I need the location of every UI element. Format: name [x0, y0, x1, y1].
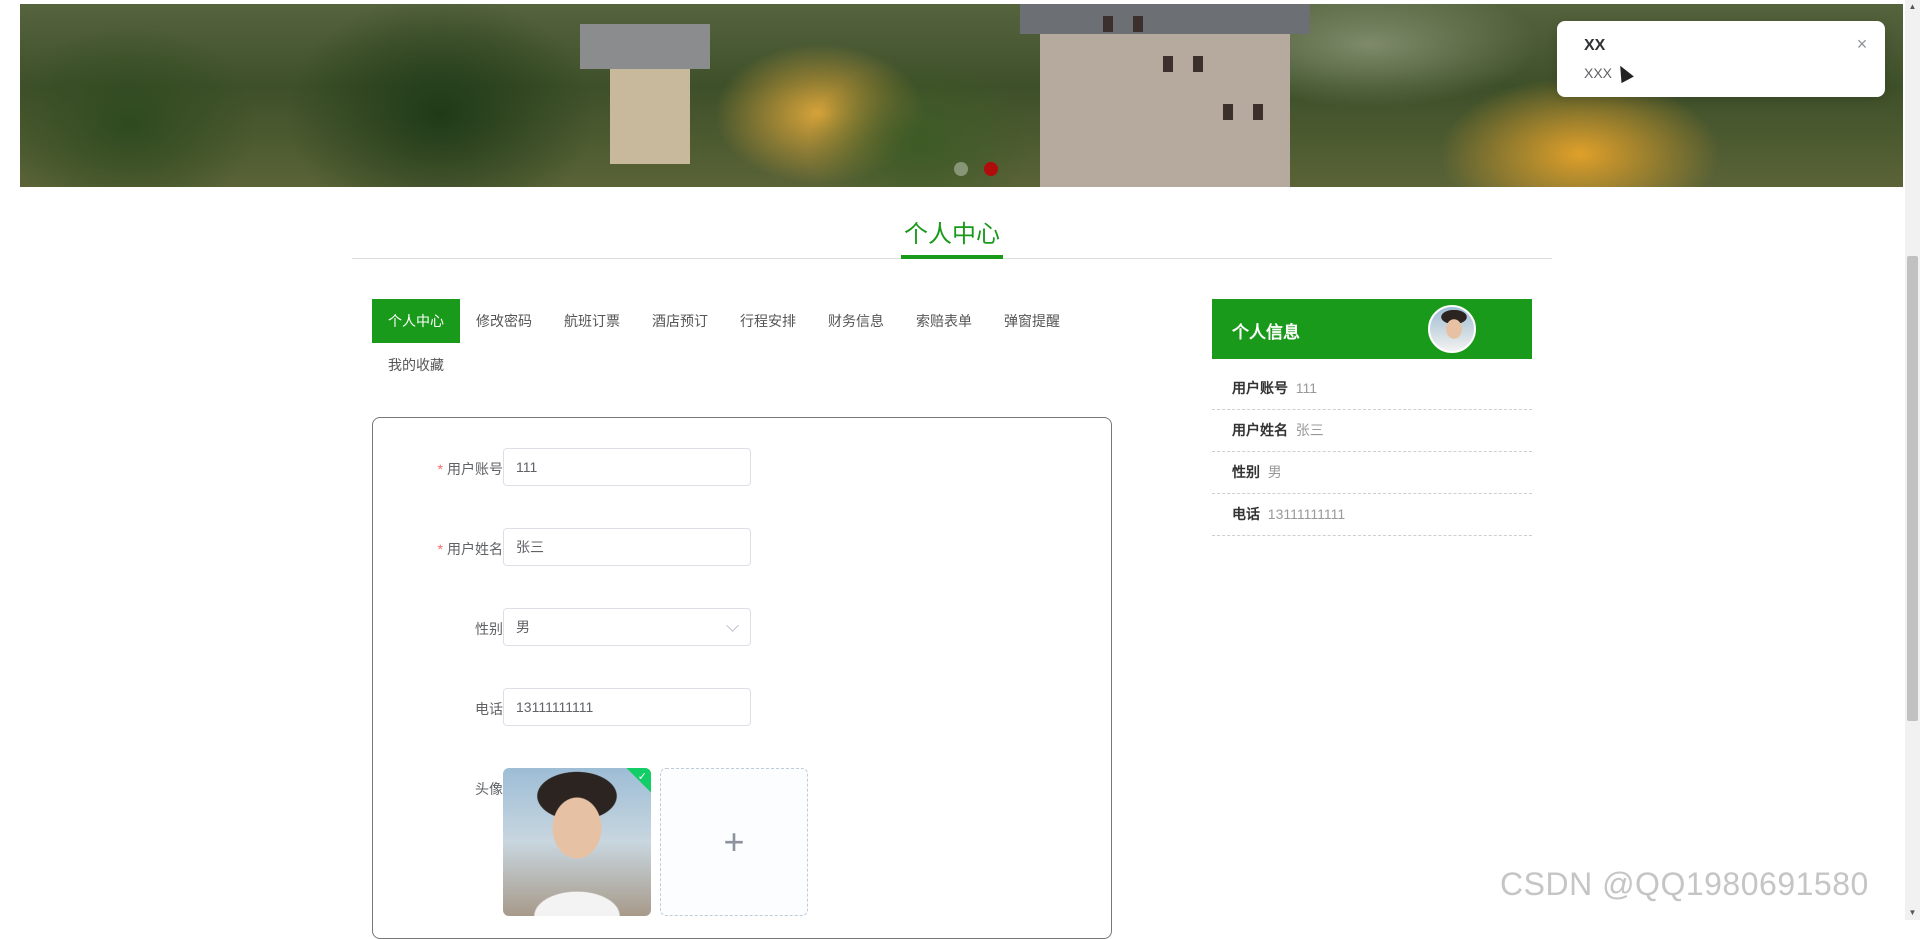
profile-panel-title: 个人信息 — [1232, 323, 1300, 342]
profile-panel-header: 个人信息 — [1212, 299, 1532, 359]
banner-window — [1133, 16, 1143, 32]
banner-window — [1223, 104, 1233, 120]
profile-row-key: 性别 男 — [1232, 452, 1282, 493]
name-input[interactable]: 张三 — [503, 528, 751, 566]
avatar-preview[interactable]: ✓ — [503, 768, 651, 916]
tab-claims[interactable]: 索赔表单 — [900, 299, 988, 343]
avatar-label: 头像 — [475, 781, 503, 797]
title-underline — [901, 255, 1003, 259]
required-mark: * — [437, 541, 443, 557]
scrollbar-thumb[interactable] — [1907, 256, 1918, 721]
notification-title: XX — [1584, 37, 1606, 54]
profile-row-key-text: 用户姓名 — [1232, 422, 1288, 438]
notification-message: XXX — [1584, 65, 1613, 81]
banner-building — [610, 54, 690, 164]
banner-window — [1253, 104, 1263, 120]
banner-roof — [1020, 4, 1310, 34]
watermark: CSDN @QQ1980691580 — [1500, 866, 1869, 902]
banner-window — [1163, 56, 1173, 72]
page-title: 个人中心 — [904, 221, 1000, 248]
profile-row-key-text: 用户账号 — [1232, 380, 1288, 396]
phone-label: 电话 — [475, 701, 503, 717]
profile-row: 性别 男 — [1212, 452, 1532, 494]
avatar-image — [503, 768, 651, 916]
account-label-text: 用户账号 — [447, 461, 503, 477]
banner-window — [1193, 56, 1203, 72]
account-label: * 用户账号 — [373, 459, 503, 479]
carousel-indicator[interactable] — [954, 162, 968, 176]
tab-popup-reminder[interactable]: 弹窗提醒 — [988, 299, 1076, 343]
profile-row: 用户账号 111 — [1212, 368, 1532, 410]
profile-row: 用户姓名 张三 — [1212, 410, 1532, 452]
profile-row-key-text: 性别 — [1232, 464, 1260, 480]
required-mark: * — [437, 461, 443, 477]
phone-input[interactable]: 13111111111 — [503, 688, 751, 726]
plus-icon: + — [723, 821, 745, 862]
check-icon: ✓ — [637, 771, 647, 783]
tab-change-password[interactable]: 修改密码 — [460, 299, 548, 343]
carousel-indicator-active[interactable] — [984, 162, 998, 176]
banner-building — [1040, 14, 1290, 187]
scroll-down-icon[interactable]: ▼ — [1905, 906, 1920, 920]
profile-row-key: 电话 13111111111 — [1232, 494, 1345, 535]
avatar — [1428, 305, 1476, 353]
notification: XX XXX × — [1557, 21, 1885, 97]
gender-label: 性别 — [475, 621, 503, 637]
banner-roof — [580, 24, 710, 69]
profile-row: 电话 13111111111 — [1212, 494, 1532, 536]
close-icon[interactable]: × — [1853, 35, 1871, 53]
banner-window — [1103, 16, 1113, 32]
scroll-up-icon[interactable]: ▲ — [1905, 0, 1920, 14]
profile-row-key: 用户姓名 张三 — [1232, 410, 1324, 451]
section-header: 个人中心 — [352, 208, 1552, 259]
name-label: * 用户姓名 — [373, 539, 503, 559]
profile-row-key-text: 电话 — [1232, 506, 1260, 522]
gender-select[interactable]: 男 — [503, 608, 751, 646]
tab-hotel-booking[interactable]: 酒店预订 — [636, 299, 724, 343]
profile-row-key: 用户账号 111 — [1232, 368, 1317, 409]
chevron-down-icon — [726, 619, 739, 632]
name-label-text: 用户姓名 — [447, 541, 503, 557]
tab-profile-center[interactable]: 个人中心 — [372, 299, 460, 343]
gender-select-value: 男 — [516, 619, 530, 635]
profile-row-value: 13111111111 — [1267, 506, 1346, 522]
tab-finance[interactable]: 财务信息 — [812, 299, 900, 343]
account-input[interactable]: 111 — [503, 448, 751, 486]
profile-row-value: 男 — [1267, 464, 1282, 480]
tab-favorites[interactable]: 我的收藏 — [372, 343, 460, 387]
tab-itinerary[interactable]: 行程安排 — [724, 299, 812, 343]
profile-form: * 用户账号 111 * 用户姓名 张三 性别 男 电话 13111111111 头… — [372, 417, 1112, 939]
tab-flight-booking[interactable]: 航班订票 — [548, 299, 636, 343]
profile-row-value: 张三 — [1295, 422, 1324, 438]
avatar-upload-button[interactable]: + — [660, 768, 808, 916]
profile-row-value: 111 — [1295, 380, 1318, 396]
